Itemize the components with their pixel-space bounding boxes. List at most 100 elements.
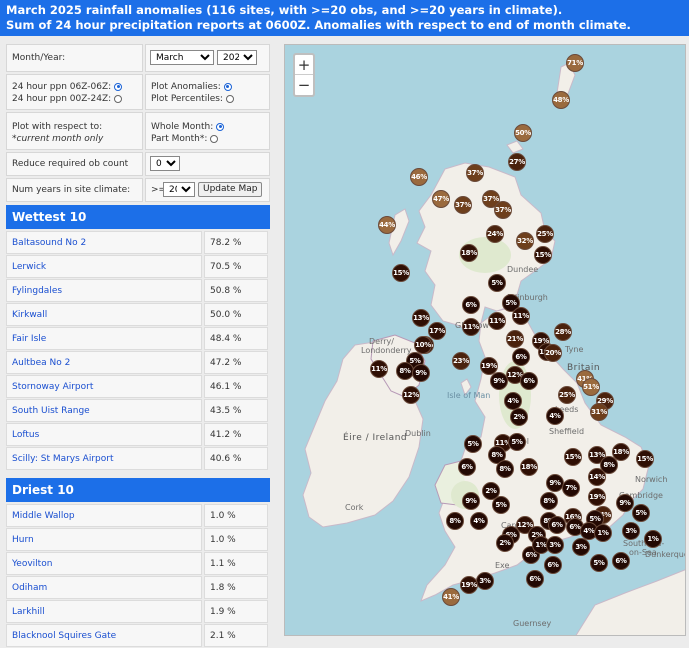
site-marker[interactable]: 44%	[378, 216, 396, 234]
site-marker[interactable]: 8%	[540, 492, 558, 510]
site-marker[interactable]: 11%	[370, 360, 388, 378]
site-marker[interactable]: 9%	[412, 364, 430, 382]
site-marker[interactable]: 6%	[548, 516, 566, 534]
site-marker[interactable]: 71%	[566, 54, 584, 72]
site-marker[interactable]: 6%	[612, 552, 630, 570]
part-month-radio[interactable]	[210, 134, 219, 143]
site-marker[interactable]: 6%	[458, 458, 476, 476]
site-marker[interactable]: 2%	[510, 408, 528, 426]
site-marker[interactable]: 18%	[460, 244, 478, 262]
site-marker[interactable]: 12%	[402, 386, 420, 404]
site-marker[interactable]: 5%	[632, 504, 650, 522]
driest-site-link[interactable]: Odiham	[6, 576, 202, 599]
zoom-out-button[interactable]: −	[295, 75, 313, 95]
site-marker[interactable]: 9%	[616, 494, 634, 512]
site-marker[interactable]: 4%	[470, 512, 488, 530]
site-marker[interactable]: 13%	[412, 309, 430, 327]
wettest-site-link[interactable]: Baltasound No 2	[6, 231, 202, 254]
site-marker[interactable]: 3%	[622, 522, 640, 540]
site-marker[interactable]: 37%	[466, 164, 484, 182]
whole-month-radio[interactable]	[216, 122, 225, 131]
site-marker[interactable]: 19%	[460, 576, 478, 594]
wettest-site-link[interactable]: Aultbea No 2	[6, 351, 202, 374]
site-marker[interactable]: 6%	[544, 556, 562, 574]
site-marker[interactable]: 23%	[452, 352, 470, 370]
driest-site-link[interactable]: Hurn	[6, 528, 202, 551]
site-marker[interactable]: 15%	[564, 448, 582, 466]
site-marker[interactable]: 18%	[612, 443, 630, 461]
site-marker[interactable]: 20%	[544, 344, 562, 362]
plot-anomalies-radio[interactable]	[223, 82, 232, 91]
site-marker[interactable]: 14%	[588, 468, 606, 486]
driest-heading: Driest 10	[6, 478, 270, 502]
site-marker[interactable]: 7%	[562, 479, 580, 497]
site-marker[interactable]: 37%	[454, 196, 472, 214]
site-marker[interactable]: 3%	[546, 536, 564, 554]
wettest-site-link[interactable]: South Uist Range	[6, 399, 202, 422]
ppn-0024-radio[interactable]	[114, 94, 123, 103]
site-marker[interactable]: 3%	[476, 572, 494, 590]
site-marker[interactable]: 5%	[464, 435, 482, 453]
site-marker[interactable]: 32%	[516, 232, 534, 250]
site-marker[interactable]: 51%	[582, 378, 600, 396]
site-marker[interactable]: 46%	[410, 168, 428, 186]
site-marker[interactable]: 6%	[520, 372, 538, 390]
driest-site-link[interactable]: Yeovilton	[6, 552, 202, 575]
site-marker[interactable]: 6%	[526, 570, 544, 588]
site-marker[interactable]: 6%	[512, 348, 530, 366]
site-marker[interactable]: 25%	[558, 386, 576, 404]
site-marker[interactable]: 9%	[462, 492, 480, 510]
wettest-site-link[interactable]: Loftus	[6, 423, 202, 446]
wettest-row: Fylingdales 50.8 %	[6, 279, 270, 303]
site-marker[interactable]: 1%	[644, 530, 662, 548]
month-select[interactable]: March	[150, 50, 214, 65]
site-marker[interactable]: 48%	[552, 91, 570, 109]
wettest-row: Lerwick 70.5 %	[6, 255, 270, 279]
site-marker[interactable]: 2%	[496, 534, 514, 552]
site-marker[interactable]: 5%	[492, 496, 510, 514]
site-marker[interactable]: 27%	[508, 153, 526, 171]
site-marker[interactable]: 18%	[520, 458, 538, 476]
site-marker[interactable]: 15%	[636, 450, 654, 468]
wettest-site-link[interactable]: Scilly: St Marys Airport	[6, 447, 202, 470]
site-marker[interactable]: 37%	[494, 201, 512, 219]
site-marker[interactable]: 15%	[534, 246, 552, 264]
site-marker[interactable]: 15%	[392, 264, 410, 282]
site-marker[interactable]: 11%	[462, 318, 480, 336]
site-marker[interactable]: 25%	[536, 225, 554, 243]
ppn-0606-radio[interactable]	[114, 82, 123, 91]
site-marker[interactable]: 5%	[590, 554, 608, 572]
site-marker[interactable]: 31%	[590, 403, 608, 421]
wettest-site-link[interactable]: Stornoway Airport	[6, 375, 202, 398]
site-marker[interactable]: 8%	[446, 512, 464, 530]
site-marker[interactable]: 5%	[508, 433, 526, 451]
num-years-select[interactable]: 20	[163, 182, 195, 197]
reduce-select[interactable]: 0	[150, 156, 180, 171]
site-marker[interactable]: 11%	[512, 307, 530, 325]
site-marker[interactable]: 5%	[488, 274, 506, 292]
site-marker[interactable]: 11%	[488, 312, 506, 330]
site-marker[interactable]: 28%	[554, 323, 572, 341]
site-marker[interactable]: 21%	[506, 330, 524, 348]
site-marker[interactable]: 3%	[572, 538, 590, 556]
site-marker[interactable]: 8%	[496, 460, 514, 478]
site-marker[interactable]: 4%	[546, 407, 564, 425]
year-select[interactable]: 2025	[217, 50, 257, 65]
rainfall-map[interactable]: + − Éire / Ireland Dublin Cork Isle of M…	[284, 44, 686, 636]
wettest-site-link[interactable]: Lerwick	[6, 255, 202, 278]
site-marker[interactable]: 1%	[594, 524, 612, 542]
plot-percentiles-radio[interactable]	[225, 94, 234, 103]
zoom-in-button[interactable]: +	[295, 55, 313, 75]
driest-site-link[interactable]: Larkhill	[6, 600, 202, 623]
site-marker[interactable]: 47%	[432, 190, 450, 208]
wettest-site-link[interactable]: Fair Isle	[6, 327, 202, 350]
site-marker[interactable]: 24%	[486, 225, 504, 243]
wettest-site-link[interactable]: Fylingdales	[6, 279, 202, 302]
site-marker[interactable]: 50%	[514, 124, 532, 142]
site-marker[interactable]: 19%	[588, 488, 606, 506]
site-marker[interactable]: 41%	[442, 588, 460, 606]
site-marker[interactable]: 6%	[462, 296, 480, 314]
driest-site-link[interactable]: Middle Wallop	[6, 504, 202, 527]
update-map-button[interactable]: Update Map	[198, 182, 263, 197]
wettest-site-link[interactable]: Kirkwall	[6, 303, 202, 326]
